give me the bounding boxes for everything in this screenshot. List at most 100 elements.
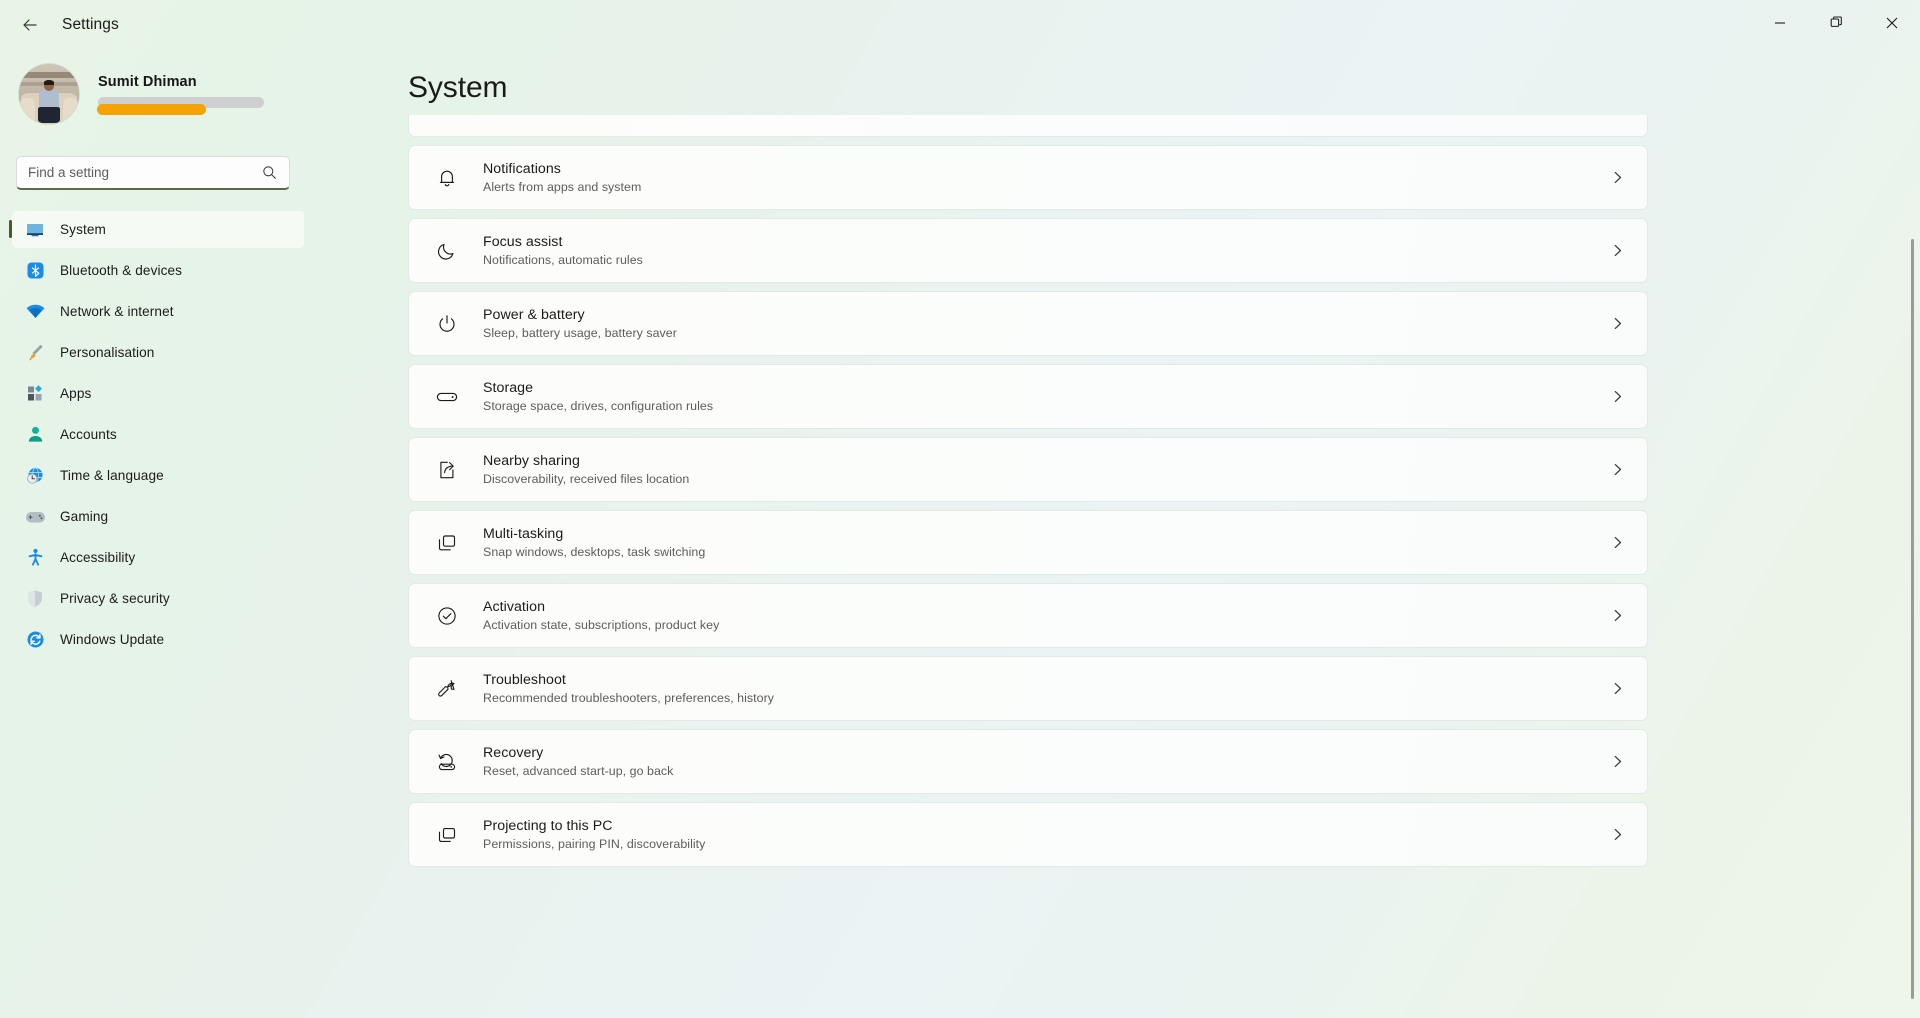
sidebar-item-label: Time & language xyxy=(60,468,164,483)
chevron-right-icon xyxy=(1597,390,1637,403)
sidebar-item-label: Network & internet xyxy=(60,304,174,319)
sidebar-nav: System Bluetooth & devices Network & int… xyxy=(0,211,322,658)
moon-icon xyxy=(435,239,459,263)
settings-card-activation[interactable]: Activation Activation state, subscriptio… xyxy=(408,583,1648,648)
bluetooth-icon xyxy=(24,260,46,282)
settings-card-storage[interactable]: Storage Storage space, drives, configura… xyxy=(408,364,1648,429)
card-title: Projecting to this PC xyxy=(483,817,613,834)
sidebar-item-label: Privacy & security xyxy=(60,591,170,606)
sidebar: Sumit Dhiman Find a setting System Bluet… xyxy=(0,49,322,1018)
sidebar-item-label: System xyxy=(60,222,106,237)
card-title: Recovery xyxy=(483,744,544,761)
sidebar-item-label: Accessibility xyxy=(60,550,136,565)
wrench-icon xyxy=(435,677,459,701)
settings-card-nearby-sharing[interactable]: Nearby sharing Discoverability, received… xyxy=(408,437,1648,502)
sidebar-item-label: Gaming xyxy=(60,509,109,524)
shield-icon xyxy=(24,588,46,610)
chevron-right-icon xyxy=(1597,755,1637,768)
chevron-right-icon xyxy=(1597,171,1637,184)
card-subtitle: Recommended troubleshooters, preferences… xyxy=(483,690,775,705)
settings-card-focus-assist[interactable]: Focus assist Notifications, automatic ru… xyxy=(408,218,1648,283)
card-subtitle: Activation state, subscriptions, product… xyxy=(483,617,720,632)
main-content: System Notifications Alerts from apps an… xyxy=(322,49,1920,1018)
update-refresh-icon xyxy=(24,629,46,651)
sidebar-item-system[interactable]: System xyxy=(9,211,304,248)
chevron-right-icon xyxy=(1597,244,1637,257)
sidebar-item-privacy-security[interactable]: Privacy & security xyxy=(12,580,304,617)
sidebar-item-label: Apps xyxy=(60,386,92,401)
sidebar-item-personalisation[interactable]: Personalisation xyxy=(12,334,304,371)
search-box[interactable] xyxy=(16,156,290,190)
settings-card-list: Notifications Alerts from apps and syste… xyxy=(408,115,1648,875)
maximize-icon xyxy=(1830,15,1843,34)
sidebar-item-label: Windows Update xyxy=(60,632,165,647)
card-subtitle: Notifications, automatic rules xyxy=(483,252,643,267)
maximize-button[interactable] xyxy=(1808,0,1864,49)
sidebar-item-apps[interactable]: Apps xyxy=(12,375,304,412)
user-profile[interactable]: Sumit Dhiman xyxy=(19,58,322,130)
app-title: Settings xyxy=(62,15,119,33)
chevron-right-icon xyxy=(1597,317,1637,330)
sidebar-item-label: Personalisation xyxy=(60,345,155,360)
search-input[interactable] xyxy=(28,165,262,180)
scrollbar-thumb[interactable] xyxy=(1911,239,1914,999)
settings-card-troubleshoot[interactable]: Troubleshoot Recommended troubleshooters… xyxy=(408,656,1648,721)
check-circle-icon xyxy=(435,604,459,628)
monitor-icon xyxy=(24,219,46,241)
user-name: Sumit Dhiman xyxy=(98,73,197,90)
card-title: Storage xyxy=(483,379,534,396)
page-title: System xyxy=(408,71,508,104)
chevron-right-icon xyxy=(1597,828,1637,841)
card-title: Multi-tasking xyxy=(483,525,564,542)
sidebar-item-gaming[interactable]: Gaming xyxy=(12,498,304,535)
close-button[interactable] xyxy=(1864,0,1920,49)
card-subtitle: Reset, advanced start-up, go back xyxy=(483,763,674,778)
bell-icon xyxy=(435,166,459,190)
card-subtitle: Storage space, drives, configuration rul… xyxy=(483,398,714,413)
paintbrush-icon xyxy=(24,342,46,364)
window-controls xyxy=(1752,0,1920,49)
person-icon xyxy=(24,424,46,446)
sidebar-item-label: Accounts xyxy=(60,427,117,442)
settings-card-clipped-top[interactable] xyxy=(408,115,1648,137)
sidebar-item-network-internet[interactable]: Network & internet xyxy=(12,293,304,330)
title-bar: Settings xyxy=(0,0,1920,49)
chevron-right-icon xyxy=(1597,609,1637,622)
card-subtitle: Permissions, pairing PIN, discoverabilit… xyxy=(483,836,706,851)
card-title: Notifications xyxy=(483,160,561,177)
wifi-icon xyxy=(24,301,46,323)
sidebar-item-label: Bluetooth & devices xyxy=(60,263,183,278)
card-subtitle: Sleep, battery usage, battery saver xyxy=(483,325,677,340)
redaction-bar-orange xyxy=(97,103,206,115)
power-icon xyxy=(435,312,459,336)
redacted-account-email xyxy=(97,96,268,115)
sidebar-item-windows-update[interactable]: Windows Update xyxy=(12,621,304,658)
card-title: Troubleshoot xyxy=(483,671,566,688)
settings-card-notifications[interactable]: Notifications Alerts from apps and syste… xyxy=(408,145,1648,210)
user-avatar-photo xyxy=(19,64,79,124)
chevron-right-icon xyxy=(1597,463,1637,476)
recovery-icon xyxy=(435,750,459,774)
settings-card-projecting-to-this-pc[interactable]: Projecting to this PC Permissions, pairi… xyxy=(408,802,1648,867)
back-button[interactable] xyxy=(10,9,50,41)
sidebar-item-time-language[interactable]: Time & language xyxy=(12,457,304,494)
settings-card-multi-tasking[interactable]: Multi-tasking Snap windows, desktops, ta… xyxy=(408,510,1648,575)
content-scrollbar[interactable] xyxy=(1911,239,1914,999)
sidebar-item-accessibility[interactable]: Accessibility xyxy=(12,539,304,576)
card-title: Focus assist xyxy=(483,233,563,250)
card-title: Power & battery xyxy=(483,306,585,323)
settings-card-recovery[interactable]: Recovery Reset, advanced start-up, go ba… xyxy=(408,729,1648,794)
search-icon xyxy=(262,165,278,180)
chevron-right-icon xyxy=(1597,682,1637,695)
minimize-icon xyxy=(1774,16,1786,34)
back-arrow-icon xyxy=(20,15,40,35)
sidebar-item-accounts[interactable]: Accounts xyxy=(12,416,304,453)
settings-card-power-battery[interactable]: Power & battery Sleep, battery usage, ba… xyxy=(408,291,1648,356)
card-title: Activation xyxy=(483,598,546,615)
minimize-button[interactable] xyxy=(1752,0,1808,49)
card-subtitle: Alerts from apps and system xyxy=(483,179,642,194)
globe-clock-icon xyxy=(24,465,46,487)
sidebar-item-bluetooth-devices[interactable]: Bluetooth & devices xyxy=(12,252,304,289)
card-subtitle: Snap windows, desktops, task switching xyxy=(483,544,706,559)
gamepad-icon xyxy=(24,506,46,528)
